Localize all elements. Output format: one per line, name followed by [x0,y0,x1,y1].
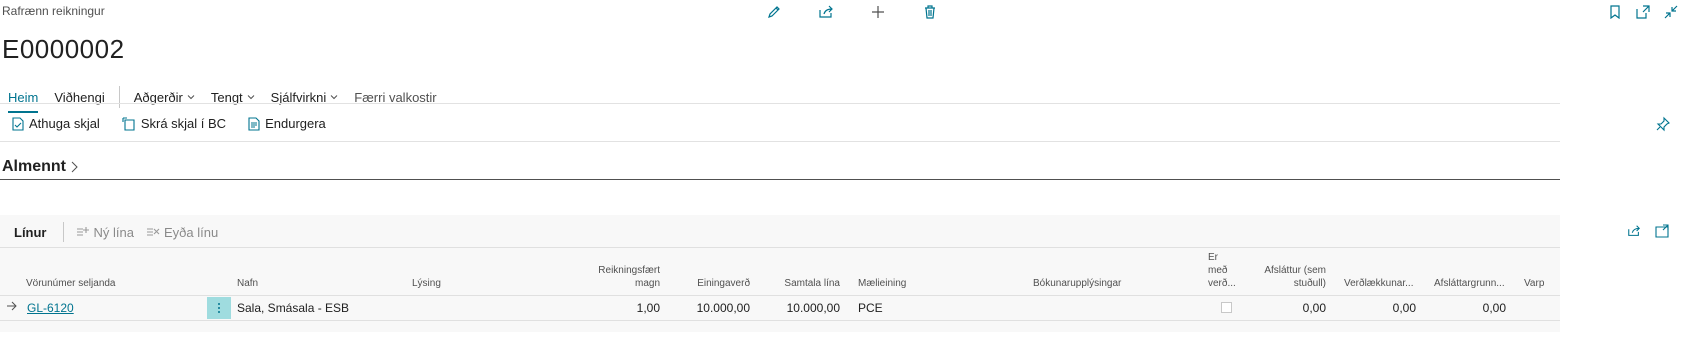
column-header-unit-price[interactable]: Einingaverð [660,277,750,290]
grid-divider [0,295,1560,296]
section-general-header[interactable]: Almennt [2,158,78,176]
column-header-incl-vat[interactable]: Er með verð... [1208,251,1236,290]
delete-line-button[interactable]: Eyða línu [146,225,218,240]
register-document-button[interactable]: Skrá skjal í BC [122,116,226,131]
tab-divider [118,86,120,108]
new-line-button[interactable]: Ný lína [76,225,134,240]
bookmark-icon[interactable] [1607,2,1623,22]
share-icon[interactable] [1627,224,1641,241]
cell-incl-vat-checkbox[interactable] [1221,302,1232,313]
grid-divider [0,320,1560,321]
new-line-icon [76,227,89,236]
cell-name[interactable]: Sala, Smásala - ESB [237,301,349,315]
column-header-vendor-item-no[interactable]: Vörunúmer seljanda [26,277,116,290]
lines-toolbar: Línur Ný lína Eyða línu [14,222,230,242]
cell-uom[interactable]: PCE [858,301,883,315]
cell-discount-reason[interactable]: 0,00 [1430,301,1506,315]
trash-icon[interactable] [904,2,956,22]
divider [0,141,1560,142]
chevron-right-icon [71,161,78,173]
action-bar: Athuga skjal Skrá skjal í BC Endurgera [12,116,326,131]
cell-unit-price[interactable]: 10.000,00 [660,301,750,315]
more-vertical-icon [218,303,220,313]
open-new-window-icon[interactable] [1635,2,1651,22]
check-document-button[interactable]: Athuga skjal [12,116,100,131]
grid-divider [0,247,1560,248]
delete-line-icon [146,228,160,236]
row-menu-button[interactable] [207,297,231,319]
cell-line-total[interactable]: 10.000,00 [750,301,840,315]
lines-right-actions [1627,224,1669,241]
page-title: E0000002 [2,34,125,64]
column-header-posting-info[interactable]: Bókunarupplýsingar [1033,277,1121,290]
column-header-name[interactable]: Nafn [237,277,258,290]
column-header-more[interactable]: Varp [1524,277,1544,290]
column-header-invoiced-qty[interactable]: Reikningsfært magn [560,264,660,290]
document-type-caption: Rafrænn reikningur [2,4,105,18]
document-register-icon [122,116,135,131]
header-actions [748,2,956,22]
column-header-description[interactable]: Lýsing [412,277,441,290]
expand-icon[interactable] [1655,224,1669,241]
column-header-line-total[interactable]: Samtala lína [750,277,840,290]
chevron-down-icon [187,95,195,100]
column-header-uom[interactable]: Mælieining [858,277,906,290]
share-icon[interactable] [800,2,852,22]
cell-discount[interactable]: 0,00 [1250,301,1326,315]
window-actions [1607,2,1679,22]
collapse-icon[interactable] [1663,2,1679,22]
divider [0,103,1560,104]
pin-icon[interactable] [1655,116,1671,135]
cell-vendor-item-no[interactable]: GL-6120 [27,301,74,315]
plus-icon[interactable] [852,2,904,22]
action-tabs: Heim Viðhengi Aðgerðir Tengt Sjálfvirkni… [0,86,445,113]
pencil-icon[interactable] [748,2,800,22]
column-header-price-increase[interactable]: Verðlækkunar... [1344,277,1413,290]
section-underline [0,179,1560,180]
cell-price-increase[interactable]: 0,00 [1340,301,1416,315]
document-check-icon [12,116,24,131]
row-arrow-icon [6,300,18,315]
chevron-down-icon [247,95,255,100]
column-header-discount-reason[interactable]: Afsláttargrunn... [1434,277,1505,290]
toolbar-divider [62,222,64,242]
rebuild-document-button[interactable]: Endurgera [248,116,326,131]
document-rebuild-icon [248,116,260,131]
column-header-discount[interactable]: Afsláttur (sem stuðull) [1240,264,1326,290]
lines-title[interactable]: Línur [14,225,47,240]
chevron-down-icon [330,95,338,100]
cell-invoiced-qty[interactable]: 1,00 [580,301,660,315]
